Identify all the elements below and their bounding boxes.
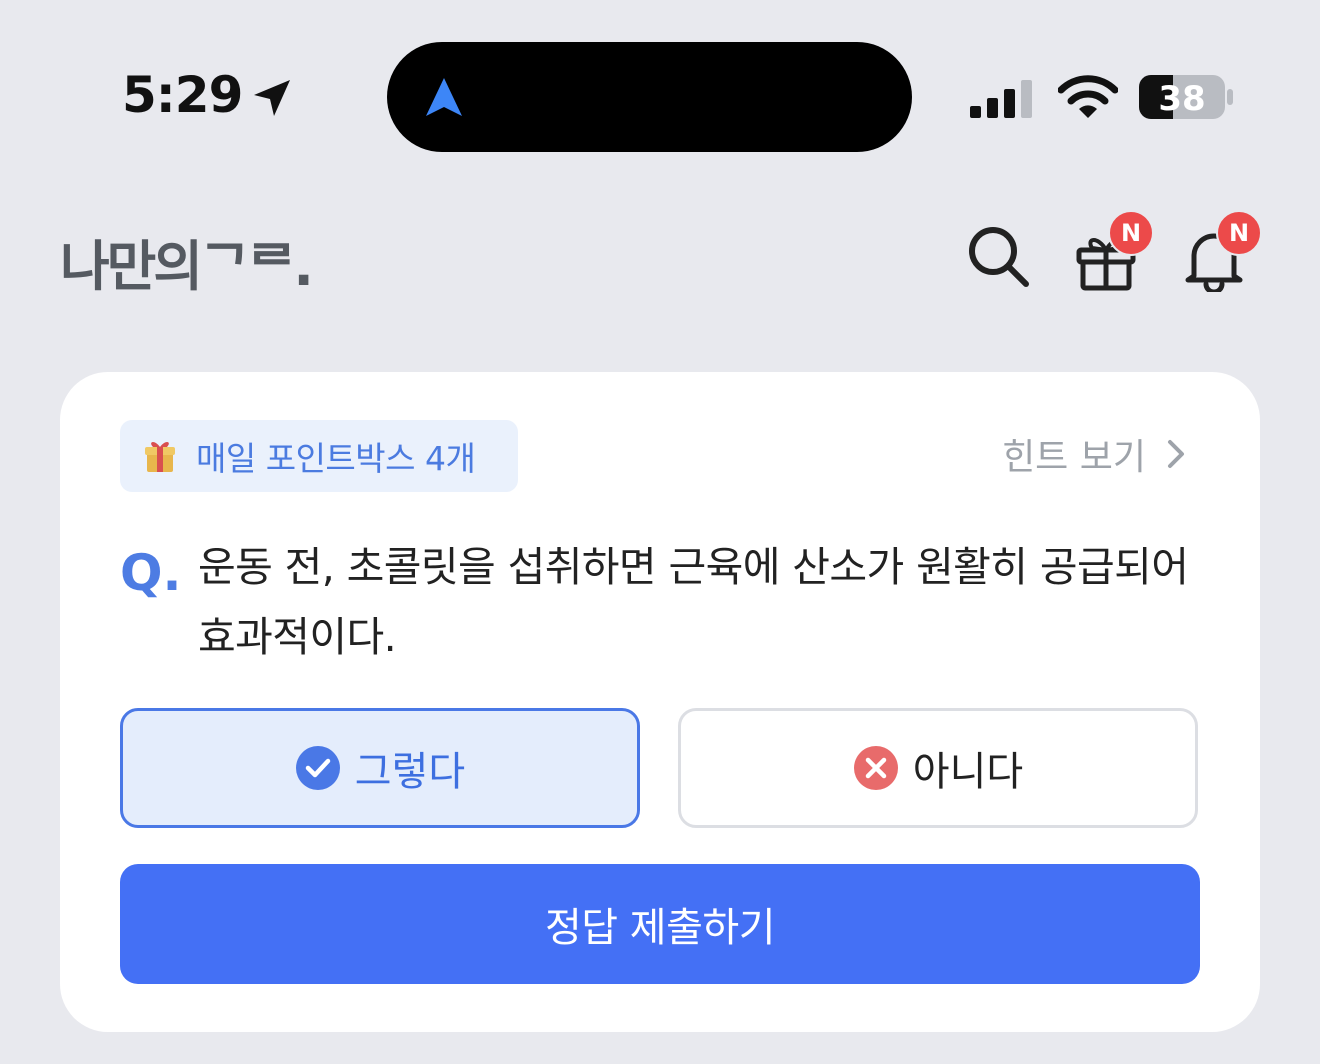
quiz-card: 매일 포인트박스 4개 힌트 보기 Q. 운동 전, 초콜릿을 섭취하면 근육에… bbox=[60, 372, 1260, 1032]
gift-badge: N bbox=[1108, 210, 1154, 256]
x-circle-icon bbox=[853, 746, 898, 790]
points-box-chip[interactable]: 매일 포인트박스 4개 bbox=[120, 420, 518, 492]
bell-badge: N bbox=[1216, 210, 1262, 256]
app-logo: 나만의ᄀᄅ. bbox=[60, 235, 314, 298]
gift-button[interactable]: N bbox=[1074, 210, 1164, 296]
signal-icon bbox=[970, 80, 1032, 118]
answer-no-button[interactable]: 아니다 bbox=[678, 708, 1198, 828]
check-circle-icon bbox=[295, 746, 340, 790]
answer-no-label: 아니다 bbox=[912, 749, 1024, 795]
navigation-icon bbox=[426, 78, 462, 116]
answer-yes-button[interactable]: 그렇다 bbox=[120, 708, 640, 828]
notification-button[interactable]: N bbox=[1182, 210, 1272, 296]
status-time: 5:29 bbox=[122, 66, 243, 124]
question-label: Q. bbox=[120, 544, 182, 602]
location-arrow-icon bbox=[254, 80, 290, 116]
answer-yes-label: 그렇다 bbox=[354, 749, 466, 795]
hint-link[interactable]: 힌트 보기 bbox=[1002, 428, 1188, 480]
battery-level: 38 bbox=[1158, 79, 1205, 119]
status-bar: 5:29 38 bbox=[0, 0, 1320, 190]
battery-icon: 38 bbox=[1139, 75, 1233, 119]
submit-answer-button[interactable]: 정답 제출하기 bbox=[120, 864, 1200, 984]
hint-label: 힌트 보기 bbox=[1002, 437, 1146, 478]
wifi-icon bbox=[1058, 75, 1118, 118]
chevron-right-icon bbox=[1168, 440, 1184, 468]
gift-box-icon bbox=[145, 442, 175, 472]
points-box-label: 매일 포인트박스 4개 bbox=[196, 439, 476, 478]
search-icon[interactable] bbox=[966, 224, 1032, 290]
question-text: 운동 전, 초콜릿을 섭취하면 근육에 산소가 원활히 공급되어 효과적이다. bbox=[198, 543, 1189, 661]
